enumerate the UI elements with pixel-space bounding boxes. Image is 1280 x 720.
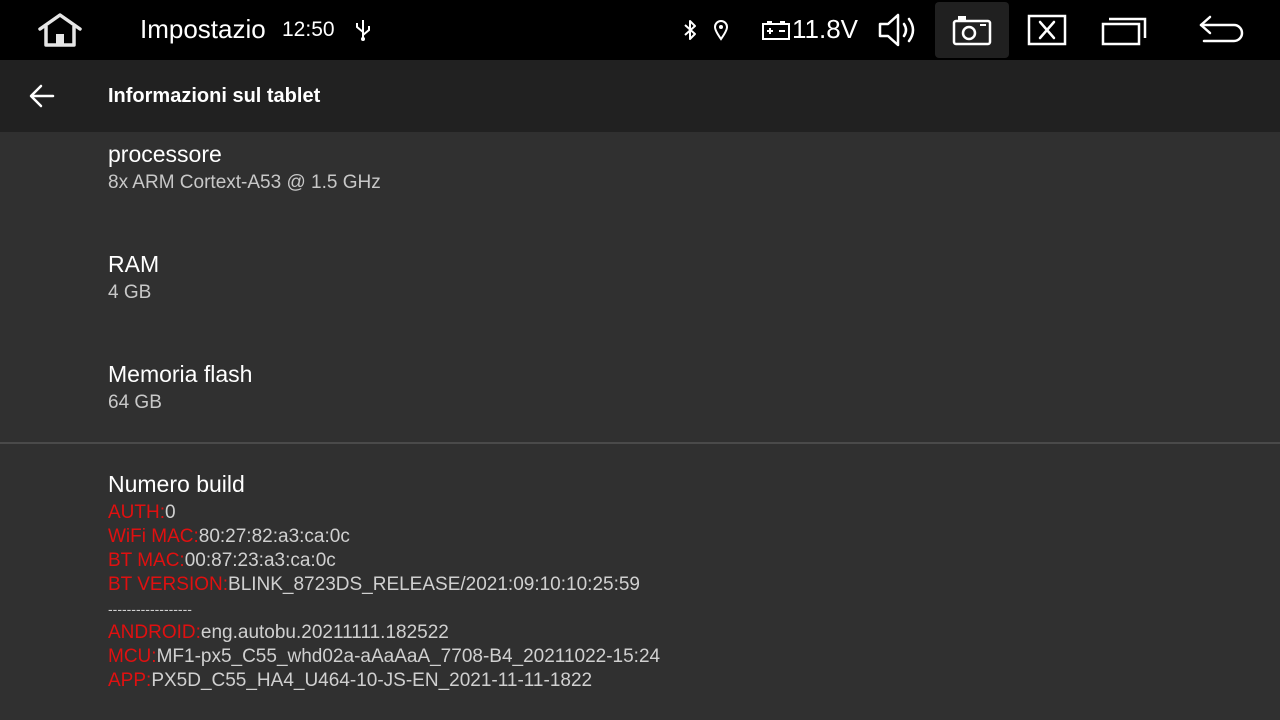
divider — [0, 442, 1280, 444]
battery-icon — [760, 17, 792, 43]
close-icon — [1027, 14, 1067, 46]
pref-processor[interactable]: processore 8x ARM Cortext-A53 @ 1.5 GHz — [108, 140, 381, 195]
pref-summary: 4 GB — [108, 282, 152, 303]
build-key: BT VERSION: — [108, 574, 229, 595]
build-value: BLINK_8723DS_RELEASE/2021:09:10:10:25:59 — [228, 574, 640, 595]
build-key: WiFi MAC: — [108, 526, 199, 547]
build-line-bt-version: BT VERSION:BLINK_8723DS_RELEASE/2021:09:… — [108, 573, 660, 597]
build-value: 00:87:23:a3:ca:0c — [184, 550, 336, 571]
build-value: MF1-px5_C55_whd02a-aAaAaA_7708-B4_202110… — [156, 646, 661, 667]
action-bar: Informazioni sul tablet — [0, 60, 1280, 132]
screenshot-button[interactable] — [935, 2, 1009, 58]
pref-title: Memoria flash — [108, 361, 253, 387]
pref-title: processore — [108, 141, 222, 167]
pref-title: Numero build — [108, 471, 245, 497]
pref-build-number[interactable]: Numero build AUTH:0 WiFi MAC:80:27:82:a3… — [108, 470, 660, 693]
build-value: 0 — [165, 502, 176, 523]
pref-ram[interactable]: RAM 4 GB — [108, 250, 159, 305]
settings-list[interactable]: processore 8x ARM Cortext-A53 @ 1.5 GHz … — [0, 132, 1280, 720]
build-key: APP: — [108, 670, 152, 691]
build-info: AUTH:0 WiFi MAC:80:27:82:a3:ca:0c BT MAC… — [108, 501, 660, 693]
build-value: 80:27:82:a3:ca:0c — [198, 526, 350, 547]
build-value: PX5D_C55_HA4_U464-10-JS-EN_2021-11-11-18… — [151, 670, 593, 691]
home-icon — [38, 13, 82, 47]
pref-title: RAM — [108, 251, 160, 277]
volume-icon — [878, 13, 915, 47]
recents-icon — [1101, 17, 1147, 46]
bluetooth-icon — [680, 17, 700, 43]
voltage-readout: 11.8V — [792, 14, 859, 44]
build-key: AUTH: — [108, 502, 165, 523]
back-nav-button[interactable] — [1192, 10, 1248, 50]
build-line-auth: AUTH:0 — [108, 501, 660, 525]
build-key: ANDROID: — [108, 622, 201, 643]
navigate-up-button[interactable] — [22, 76, 62, 116]
recents-button[interactable] — [1096, 10, 1152, 50]
close-app-button[interactable] — [1024, 10, 1070, 50]
pref-summary: 64 GB — [108, 392, 162, 413]
home-button[interactable] — [28, 8, 92, 52]
arrow-left-icon — [29, 84, 55, 108]
build-key: BT MAC: — [108, 550, 185, 571]
pref-flash[interactable]: Memoria flash 64 GB — [108, 360, 252, 415]
location-icon — [710, 17, 732, 43]
status-bar: Impostazio 12:50 11.8V — [0, 0, 1280, 60]
page-title: Informazioni sul tablet — [108, 85, 321, 107]
app-title: Impostazio — [140, 14, 266, 44]
usb-icon — [352, 16, 374, 44]
camera-icon — [952, 16, 992, 46]
build-separator: ------------------ — [108, 601, 192, 617]
build-line-wifi-mac: WiFi MAC:80:27:82:a3:ca:0c — [108, 525, 660, 549]
back-icon — [1199, 15, 1244, 43]
volume-button[interactable] — [876, 10, 922, 50]
clock: 12:50 — [282, 18, 335, 41]
build-line-mcu: MCU:MF1-px5_C55_whd02a-aAaAaA_7708-B4_20… — [108, 645, 660, 669]
build-line-android: ANDROID:eng.autobu.20211111.182522 — [108, 621, 660, 645]
build-line-bt-mac: BT MAC:00:87:23:a3:ca:0c — [108, 549, 660, 573]
build-line-app: APP:PX5D_C55_HA4_U464-10-JS-EN_2021-11-1… — [108, 669, 660, 693]
pref-summary: 8x ARM Cortext-A53 @ 1.5 GHz — [108, 172, 381, 193]
build-value: eng.autobu.20211111.182522 — [200, 622, 449, 643]
build-key: MCU: — [108, 646, 157, 667]
